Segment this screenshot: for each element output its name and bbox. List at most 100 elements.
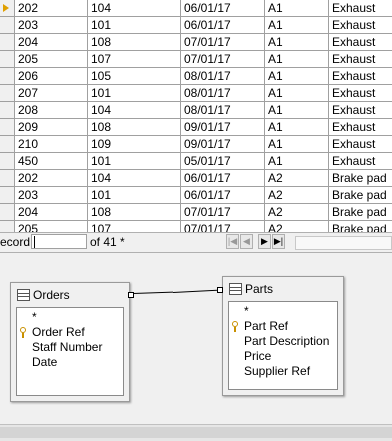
table-cell[interactable]: 08/01/17 [181,68,265,85]
parts-field-list[interactable]: * Part Ref Part Description Price Suppli… [228,301,338,390]
table-cell[interactable]: 209 [15,119,88,136]
record-number-input[interactable] [31,234,87,249]
table-cell[interactable]: 09/01/17 [181,136,265,153]
relationship-line-segment[interactable] [173,289,217,293]
table-row[interactable]: 204 108 07/01/17 A1 Exhaust [0,34,392,51]
row-selector[interactable] [0,68,15,85]
table-cell[interactable]: 104 [88,0,181,17]
table-cell[interactable]: 101 [88,85,181,102]
parts-field[interactable]: Price [244,349,271,364]
table-cell[interactable]: A1 [265,119,329,136]
table-cell[interactable]: 104 [88,170,181,187]
table-cell[interactable]: 07/01/17 [181,51,265,68]
table-row[interactable]: 202 104 06/01/17 A2 Brake pad [0,170,392,187]
next-record-button[interactable]: ▶ [258,234,271,249]
row-selector[interactable] [0,0,15,17]
table-cell[interactable]: A2 [265,187,329,204]
table-cell[interactable]: Exhaust [329,68,392,85]
table-cell[interactable]: 09/01/17 [181,119,265,136]
table-cell[interactable]: 06/01/17 [181,17,265,34]
row-selector[interactable] [0,34,15,51]
table-cell[interactable]: 210 [15,136,88,153]
parts-table-window[interactable]: Parts * Part Ref Part Description Price … [222,276,344,396]
table-cell[interactable]: 203 [15,17,88,34]
table-cell[interactable]: Exhaust [329,17,392,34]
table-cell[interactable]: 450 [15,153,88,170]
table-row[interactable]: 205 107 07/01/17 A2 Brake pad [0,221,392,232]
table-row[interactable]: 206 105 08/01/17 A1 Exhaust [0,68,392,85]
table-cell[interactable]: 108 [88,119,181,136]
row-selector[interactable] [0,187,15,204]
table-cell[interactable]: 104 [88,102,181,119]
orders-table-window[interactable]: Orders * Order Ref Staff Number Date [10,282,130,402]
row-selector[interactable] [0,102,15,119]
row-selector[interactable] [0,136,15,153]
table-cell[interactable]: 204 [15,34,88,51]
table-cell[interactable]: Exhaust [329,153,392,170]
table-cell[interactable]: 08/01/17 [181,102,265,119]
table-cell[interactable]: 06/01/17 [181,0,265,17]
table-cell[interactable]: 202 [15,0,88,17]
table-cell[interactable]: 202 [15,170,88,187]
parts-field[interactable]: * [244,304,249,319]
table-cell[interactable]: Brake pad [329,170,392,187]
table-cell[interactable]: 07/01/17 [181,204,265,221]
table-cell[interactable]: A2 [265,204,329,221]
row-selector[interactable] [0,204,15,221]
table-cell[interactable]: A1 [265,0,329,17]
orders-field[interactable]: * [32,310,37,325]
table-cell[interactable]: Brake pad [329,204,392,221]
table-cell[interactable]: 207 [15,85,88,102]
row-selector[interactable] [0,85,15,102]
table-cell[interactable]: 205 [15,221,88,232]
table-cell[interactable]: 101 [88,17,181,34]
row-selector[interactable] [0,221,15,232]
scrollbar-thumb[interactable] [0,427,392,438]
parts-field[interactable]: Part Ref [244,319,288,334]
design-horizontal-scrollbar[interactable] [0,424,392,441]
table-row[interactable]: 209 108 09/01/17 A1 Exhaust [0,119,392,136]
row-selector[interactable] [0,17,15,34]
table-row[interactable]: 207 101 08/01/17 A1 Exhaust [0,85,392,102]
table-cell[interactable]: A1 [265,17,329,34]
grid-horizontal-scrollbar[interactable] [295,236,392,250]
table-row[interactable]: 210 109 09/01/17 A1 Exhaust [0,136,392,153]
table-cell[interactable]: 08/01/17 [181,85,265,102]
orders-field[interactable]: Staff Number [32,340,102,355]
table-row[interactable]: 202 104 06/01/17 A1 Exhaust [0,0,392,17]
table-cell[interactable]: 105 [88,68,181,85]
table-cell[interactable]: 108 [88,204,181,221]
table-cell[interactable]: Exhaust [329,136,392,153]
table-row[interactable]: 203 101 06/01/17 A1 Exhaust [0,17,392,34]
table-cell[interactable]: 07/01/17 [181,221,265,232]
parts-title-bar[interactable]: Parts [223,277,343,301]
parts-field[interactable]: Part Description [244,334,329,349]
table-cell[interactable]: 109 [88,136,181,153]
table-cell[interactable]: 203 [15,187,88,204]
table-cell[interactable]: 206 [15,68,88,85]
parts-field[interactable]: Supplier Ref [244,364,310,379]
previous-record-button[interactable]: ◀ [240,234,253,249]
table-cell[interactable]: A1 [265,136,329,153]
table-cell[interactable]: Exhaust [329,34,392,51]
table-cell[interactable]: Brake pad [329,187,392,204]
table-cell[interactable]: Exhaust [329,51,392,68]
table-cell[interactable]: 107 [88,221,181,232]
table-cell[interactable]: A1 [265,102,329,119]
table-cell[interactable]: Exhaust [329,119,392,136]
table-row[interactable]: 203 101 06/01/17 A2 Brake pad [0,187,392,204]
pane-divider[interactable] [0,252,392,253]
orders-title-bar[interactable]: Orders [11,283,129,307]
table-row[interactable]: 204 108 07/01/17 A2 Brake pad [0,204,392,221]
table-cell[interactable]: Brake pad [329,221,392,232]
table-cell[interactable]: 07/01/17 [181,34,265,51]
first-record-button[interactable]: |◀ [226,234,239,249]
relationship-line[interactable] [133,291,174,294]
table-cell[interactable]: 204 [15,204,88,221]
table-cell[interactable]: A1 [265,51,329,68]
table-row[interactable]: 450 101 05/01/17 A1 Exhaust [0,153,392,170]
table-cell[interactable]: A1 [265,68,329,85]
last-record-button[interactable]: ▶| [272,234,285,249]
orders-field[interactable]: Date [32,355,57,370]
orders-field[interactable]: Order Ref [32,325,85,340]
